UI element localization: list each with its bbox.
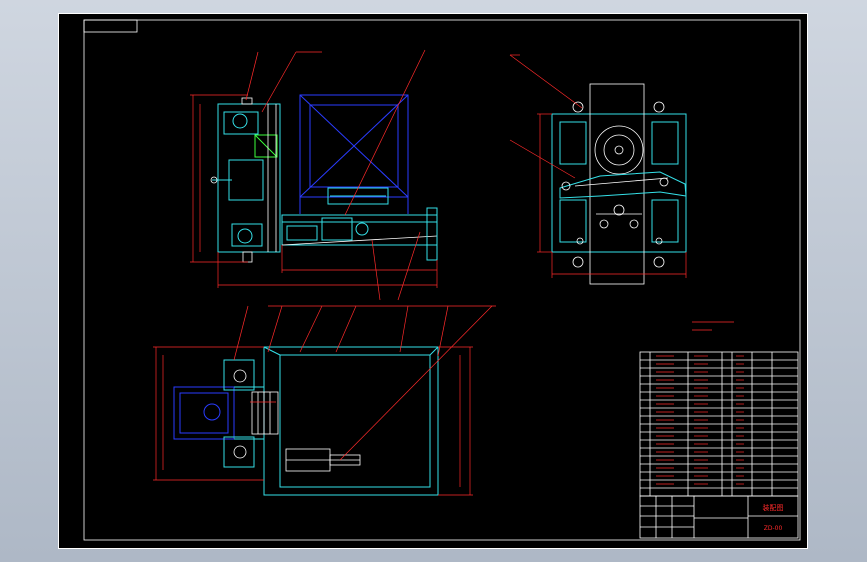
drawing-number: ZD-00 [764,525,783,532]
title-block-label: 装配图 [763,503,784,512]
side-view [509,54,687,285]
title-block: 装配图 ZD-00 [639,495,799,539]
top-view [153,305,734,496]
cad-drawing: 装配图 ZD-00 [83,19,801,541]
parts-list-rows [640,355,798,489]
inner-frame [83,19,801,541]
front-view [190,49,438,301]
cad-viewport: 装配图 ZD-00 [0,0,867,562]
frame-corner-tag [83,19,138,33]
